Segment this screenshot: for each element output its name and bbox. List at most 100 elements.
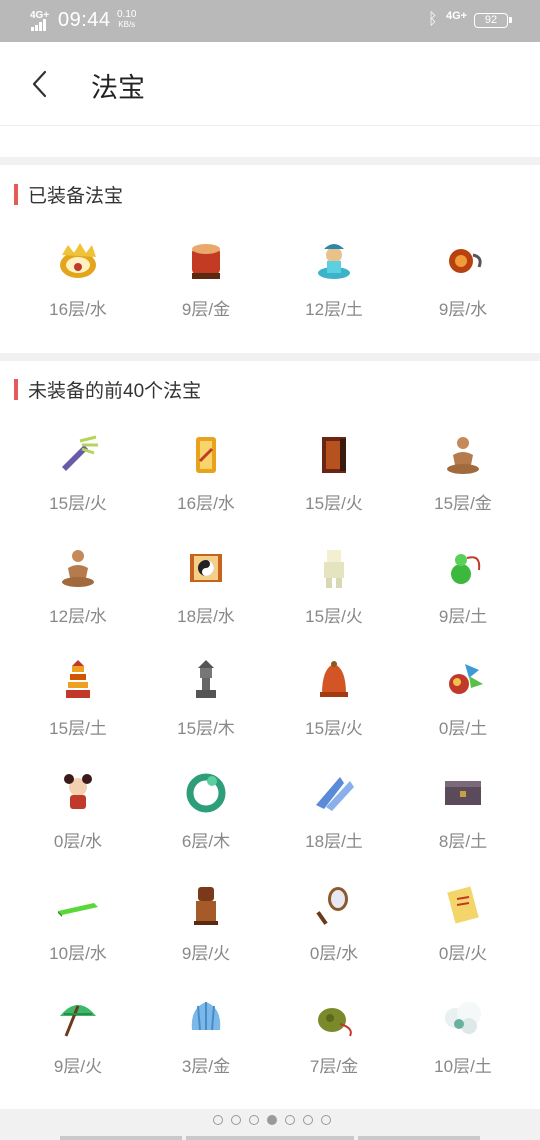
title-accent-bar [14,378,18,400]
treasure-label: 8层/土 [438,831,488,851]
treasure-item[interactable]: 9层/金 [142,237,270,337]
treasure-label: 9层/土 [438,606,488,626]
treasure-label: 12层/水 [49,606,107,626]
section-divider [0,157,540,165]
treasure-item[interactable]: 0层/火 [399,881,527,981]
treasure-item[interactable]: 8层/土 [399,769,527,869]
treasure-label: 18层/土 [305,831,363,851]
treasure-item[interactable]: 16层/水 [14,237,142,337]
treasure-item[interactable]: 12层/土 [270,237,398,337]
section-divider [0,353,540,361]
treasure-item[interactable]: 10层/水 [14,881,142,981]
treasure-label: 15层/火 [49,494,107,513]
net-speed-value: 0.10 [117,9,137,20]
chevron-left-icon [32,70,47,98]
treasure-item[interactable]: 15层/土 [14,656,142,756]
treasure-item[interactable]: 15层/金 [399,431,527,531]
treasure-item[interactable]: 18层/水 [142,544,270,644]
treasure-label: 9层/金 [181,300,231,319]
network-type-right: 4G+ [446,10,468,22]
treasure-label: 0层/水 [53,831,103,851]
battery-icon: 92 [474,13,512,28]
treasure-label: 15层/金 [434,494,492,513]
treasure-item[interactable]: 7层/金 [270,994,398,1094]
red-drum-icon [182,237,230,285]
page-dot[interactable] [321,1115,331,1125]
page-indicator [213,1115,331,1125]
status-bar: 4G+ 09:44 0.10 KB/s ᛒ 4G+ 92 [0,0,540,42]
paper-doll-icon [310,544,358,592]
treasure-label: 15层/火 [305,606,363,626]
treasure-item[interactable]: 15层/木 [142,656,270,756]
treasure-item[interactable]: 16层/水 [142,431,270,531]
treasure-item[interactable]: 15层/火 [270,431,398,531]
treasure-label: 10层/土 [434,1056,492,1076]
chest-icon [439,769,487,817]
treasure-item[interactable]: 3层/金 [142,994,270,1094]
treasure-label: 15层/火 [305,719,363,738]
golden-scroll-icon [182,431,230,479]
gourd-icon [439,237,487,285]
golden-crown-icon [54,237,102,285]
treasure-item[interactable]: 0层/水 [14,769,142,869]
treasure-label: 15层/土 [49,719,107,738]
treasure-item[interactable]: 0层/土 [399,656,527,756]
page-dot[interactable] [231,1115,241,1125]
title-accent-bar [14,183,18,205]
treasure-item[interactable]: 9层/水 [399,237,527,337]
unequipped-title-text: 未装备的前40个法宝 [28,380,202,402]
dragon-ornament-icon [439,656,487,704]
treasure-item[interactable]: 10层/土 [399,994,527,1094]
treasure-label: 18层/水 [177,606,235,626]
treasure-item[interactable]: 12层/水 [14,544,142,644]
yellow-scroll-icon [439,881,487,929]
seal-icon [182,881,230,929]
treasure-label: 16层/水 [177,494,235,513]
banner-icon [310,431,358,479]
pager-bar [0,1109,540,1140]
doll-icon [54,769,102,817]
treasure-label: 15层/火 [305,494,363,513]
treasure-label: 6层/木 [181,831,231,851]
treasure-item[interactable]: 9层/火 [14,994,142,1094]
unequipped-section-title: 未装备的前40个法宝 [14,377,202,402]
stone-lantern-icon [182,656,230,704]
treasure-label: 12层/土 [305,300,363,319]
treasure-item[interactable]: 9层/土 [399,544,527,644]
back-button[interactable] [26,64,56,104]
app-header: 法宝 [0,42,540,126]
page-dot[interactable] [249,1115,259,1125]
treasure-label: 0层/水 [309,944,359,963]
treasure-label: 3层/金 [181,1056,231,1076]
treasure-item[interactable]: 0层/水 [270,881,398,981]
taiji-scroll-icon [182,544,230,592]
page-dot[interactable] [285,1115,295,1125]
page-dot[interactable] [267,1115,277,1125]
green-gourd-icon [439,544,487,592]
treasure-item[interactable]: 18层/土 [270,769,398,869]
clock: 09:44 [58,9,111,31]
battery-level: 92 [484,14,498,26]
treasure-label: 0层/土 [438,719,488,738]
treasure-item[interactable]: 15层/火 [270,656,398,756]
treasure-label: 10层/水 [49,944,107,963]
treasure-item[interactable]: 15层/火 [14,431,142,531]
tab-indicator [60,1136,182,1140]
tab-indicator [358,1136,480,1140]
treasure-item[interactable]: 9层/火 [142,881,270,981]
page-dot[interactable] [213,1115,223,1125]
green-umbrella-icon [54,994,102,1042]
signal-icon [31,19,51,31]
meditating-monk-icon [54,544,102,592]
treasure-item[interactable]: 6层/木 [142,769,270,869]
meditating-monk-icon [439,431,487,479]
genie-icon [310,237,358,285]
treasure-label: 9层/火 [181,944,231,963]
equipped-title-text: 已装备法宝 [28,185,124,207]
bell-icon [310,656,358,704]
pouch-icon [310,994,358,1042]
jade-dragon-ring-icon [182,769,230,817]
page-dot[interactable] [303,1115,313,1125]
treasure-label: 15层/木 [177,719,235,738]
treasure-item[interactable]: 15层/火 [270,544,398,644]
